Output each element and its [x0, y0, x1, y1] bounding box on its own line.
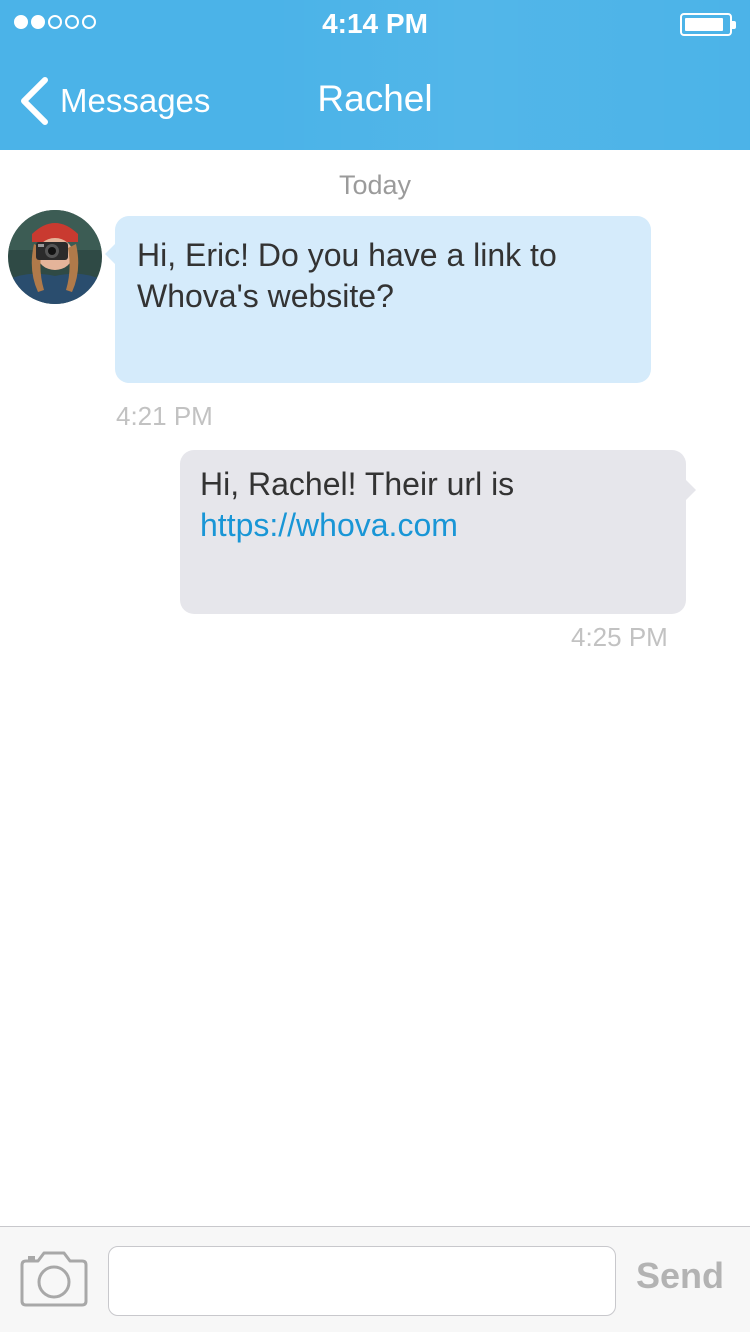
battery-fill — [685, 18, 723, 31]
battery-tip — [732, 21, 736, 29]
message-link[interactable]: https://whova.com — [200, 507, 458, 543]
status-time: 4:14 PM — [322, 8, 428, 39]
message-text: Hi, Eric! Do you have a link to Whova's … — [137, 237, 557, 314]
camera-icon[interactable] — [18, 1249, 90, 1314]
outgoing-message-bubble[interactable]: Hi, Rachel! Their url is https://whova.c… — [180, 450, 696, 614]
avatar[interactable] — [8, 210, 102, 304]
send-button[interactable]: Send — [636, 1255, 724, 1297]
day-separator: Today — [338, 170, 412, 200]
message-text: Hi, Rachel! Their url is — [200, 466, 515, 502]
message-input[interactable] — [108, 1246, 616, 1316]
message-composer: Send — [0, 1226, 750, 1332]
incoming-message-bubble[interactable]: Hi, Eric! Do you have a link to Whova's … — [105, 216, 651, 383]
navigation-header: 4:14 PM Messages Rachel — [0, 0, 750, 150]
message-timestamp: 4:21 PM — [116, 401, 213, 431]
battery-icon — [680, 13, 736, 36]
message-timestamp: 4:25 PM — [571, 622, 668, 652]
conversation-title: Rachel — [317, 78, 433, 119]
